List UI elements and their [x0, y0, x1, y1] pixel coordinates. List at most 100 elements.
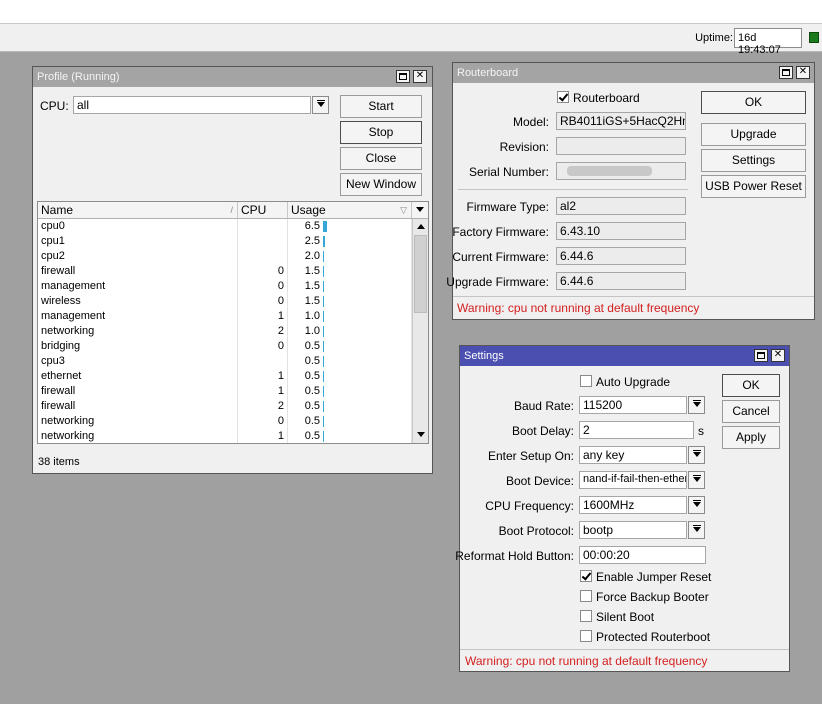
- cell-usage: 1.0: [288, 309, 412, 324]
- table-row[interactable]: firewall 2 0.5: [38, 399, 412, 414]
- boot-delay-input[interactable]: 2: [579, 421, 694, 439]
- cell-name: firewall: [38, 384, 238, 399]
- sort-icon: /: [230, 205, 233, 215]
- cell-cpu: [238, 354, 288, 369]
- cpu-frequency-select[interactable]: 1600MHz: [579, 496, 687, 514]
- cpu-dropdown-button[interactable]: [312, 96, 329, 114]
- cell-usage: 0.5: [288, 429, 412, 443]
- enable-jumper-reset-checkbox[interactable]: [580, 570, 592, 582]
- boot-protocol-dropdown[interactable]: [688, 521, 705, 539]
- boot-device-select[interactable]: nand-if-fail-then-ethernet: [579, 471, 687, 489]
- routerboard-window: Routerboard ✕ Routerboard Model: RB4011i…: [446, 62, 815, 320]
- reformat-hold-input[interactable]: 00:00:20: [579, 546, 706, 564]
- table-row[interactable]: cpu1 2.5: [38, 234, 412, 249]
- factory-firmware-field: 6.43.10: [556, 222, 686, 240]
- usage-bar: [323, 236, 325, 247]
- cell-cpu: 0: [238, 414, 288, 429]
- profile-titlebar[interactable]: Profile (Running) ✕: [33, 67, 432, 87]
- table-row[interactable]: networking 0 0.5: [38, 414, 412, 429]
- cell-name: bridging: [38, 339, 238, 354]
- enter-setup-select[interactable]: any key: [579, 446, 687, 464]
- table-row[interactable]: management 0 1.5: [38, 279, 412, 294]
- routerboard-checkbox[interactable]: [557, 91, 569, 103]
- profile-title: Profile (Running): [37, 71, 120, 83]
- cell-name: networking: [38, 324, 238, 339]
- table-row[interactable]: cpu3 0.5: [38, 354, 412, 369]
- stop-button[interactable]: Stop: [340, 121, 422, 144]
- column-menu-icon[interactable]: [412, 202, 428, 218]
- cpu-frequency-dropdown[interactable]: [688, 496, 705, 514]
- table-row[interactable]: networking 2 1.0: [38, 324, 412, 339]
- scroll-down-icon[interactable]: [417, 432, 425, 437]
- column-header-name[interactable]: Name /: [38, 202, 238, 218]
- close-icon[interactable]: ✕: [796, 66, 810, 79]
- baud-rate-label: Baud Rate:: [513, 399, 574, 413]
- maximize-icon[interactable]: [779, 66, 793, 79]
- force-backup-booter-checkbox[interactable]: [580, 590, 592, 602]
- usage-bar: [323, 221, 327, 232]
- protected-routerboot-checkbox[interactable]: [580, 630, 592, 642]
- usage-bar: [323, 386, 324, 397]
- cell-usage: 6.5: [288, 219, 412, 234]
- cpu-select[interactable]: all: [73, 96, 311, 114]
- enter-setup-label: Enter Setup On:: [487, 449, 574, 463]
- cpu-label: CPU:: [40, 99, 69, 113]
- usb-power-reset-button[interactable]: USB Power Reset: [701, 175, 806, 198]
- settings-titlebar[interactable]: Settings ✕: [460, 346, 789, 366]
- table-row[interactable]: bridging 0 0.5: [38, 339, 412, 354]
- cancel-button[interactable]: Cancel: [722, 400, 780, 423]
- ok-button[interactable]: OK: [701, 91, 806, 114]
- table-row[interactable]: cpu2 2.0: [38, 249, 412, 264]
- cell-name: management: [38, 309, 238, 324]
- maximize-icon[interactable]: [754, 349, 768, 362]
- cell-usage: 0.5: [288, 399, 412, 414]
- auto-upgrade-checkbox[interactable]: [580, 375, 592, 387]
- vertical-scrollbar[interactable]: [412, 219, 428, 443]
- new-window-button[interactable]: New Window: [340, 173, 422, 196]
- cell-cpu: 0: [238, 294, 288, 309]
- cell-name: networking: [38, 414, 238, 429]
- boot-protocol-select[interactable]: bootp: [579, 521, 687, 539]
- silent-boot-checkbox[interactable]: [580, 610, 592, 622]
- cell-name: cpu0: [38, 219, 238, 234]
- settings-button[interactable]: Settings: [701, 149, 806, 172]
- routerboard-checkbox-label: Routerboard: [573, 91, 640, 105]
- model-field: RB4011iGS+5HacQ2HnD: [556, 112, 686, 130]
- scroll-thumb[interactable]: [414, 235, 427, 313]
- cell-usage: 1.5: [288, 264, 412, 279]
- baud-rate-dropdown[interactable]: [688, 396, 705, 414]
- cell-usage: 1.0: [288, 324, 412, 339]
- revision-label: Revision:: [499, 140, 549, 154]
- upgrade-button[interactable]: Upgrade: [701, 123, 806, 146]
- start-button[interactable]: Start: [340, 95, 422, 118]
- usage-bar: [323, 281, 324, 292]
- close-icon[interactable]: ✕: [771, 349, 785, 362]
- cell-cpu: [238, 234, 288, 249]
- column-header-usage[interactable]: Usage ▽: [288, 202, 412, 218]
- close-button[interactable]: Close: [340, 147, 422, 170]
- table-row[interactable]: firewall 1 0.5: [38, 384, 412, 399]
- apply-button[interactable]: Apply: [722, 426, 780, 449]
- table-row[interactable]: firewall 0 1.5: [38, 264, 412, 279]
- ok-button[interactable]: OK: [722, 374, 780, 397]
- cell-cpu: 1: [238, 429, 288, 443]
- cell-name: firewall: [38, 264, 238, 279]
- baud-rate-select[interactable]: 115200: [579, 396, 687, 414]
- close-icon[interactable]: ✕: [413, 70, 427, 83]
- current-firmware-label: Current Firmware:: [452, 250, 549, 264]
- routerboard-titlebar[interactable]: Routerboard ✕: [453, 63, 814, 83]
- table-row[interactable]: wireless 0 1.5: [38, 294, 412, 309]
- boot-device-label: Boot Device:: [505, 474, 574, 488]
- table-row[interactable]: management 1 1.0: [38, 309, 412, 324]
- column-header-cpu[interactable]: CPU: [238, 202, 288, 218]
- maximize-icon[interactable]: [396, 70, 410, 83]
- cell-cpu: 0: [238, 264, 288, 279]
- table-row[interactable]: cpu0 6.5: [38, 219, 412, 234]
- cell-cpu: 0: [238, 279, 288, 294]
- table-row[interactable]: networking 1 0.5: [38, 429, 412, 443]
- cell-usage: 0.5: [288, 339, 412, 354]
- boot-device-dropdown[interactable]: [688, 471, 705, 489]
- scroll-up-icon[interactable]: [417, 224, 425, 229]
- enter-setup-dropdown[interactable]: [688, 446, 705, 464]
- table-row[interactable]: ethernet 1 0.5: [38, 369, 412, 384]
